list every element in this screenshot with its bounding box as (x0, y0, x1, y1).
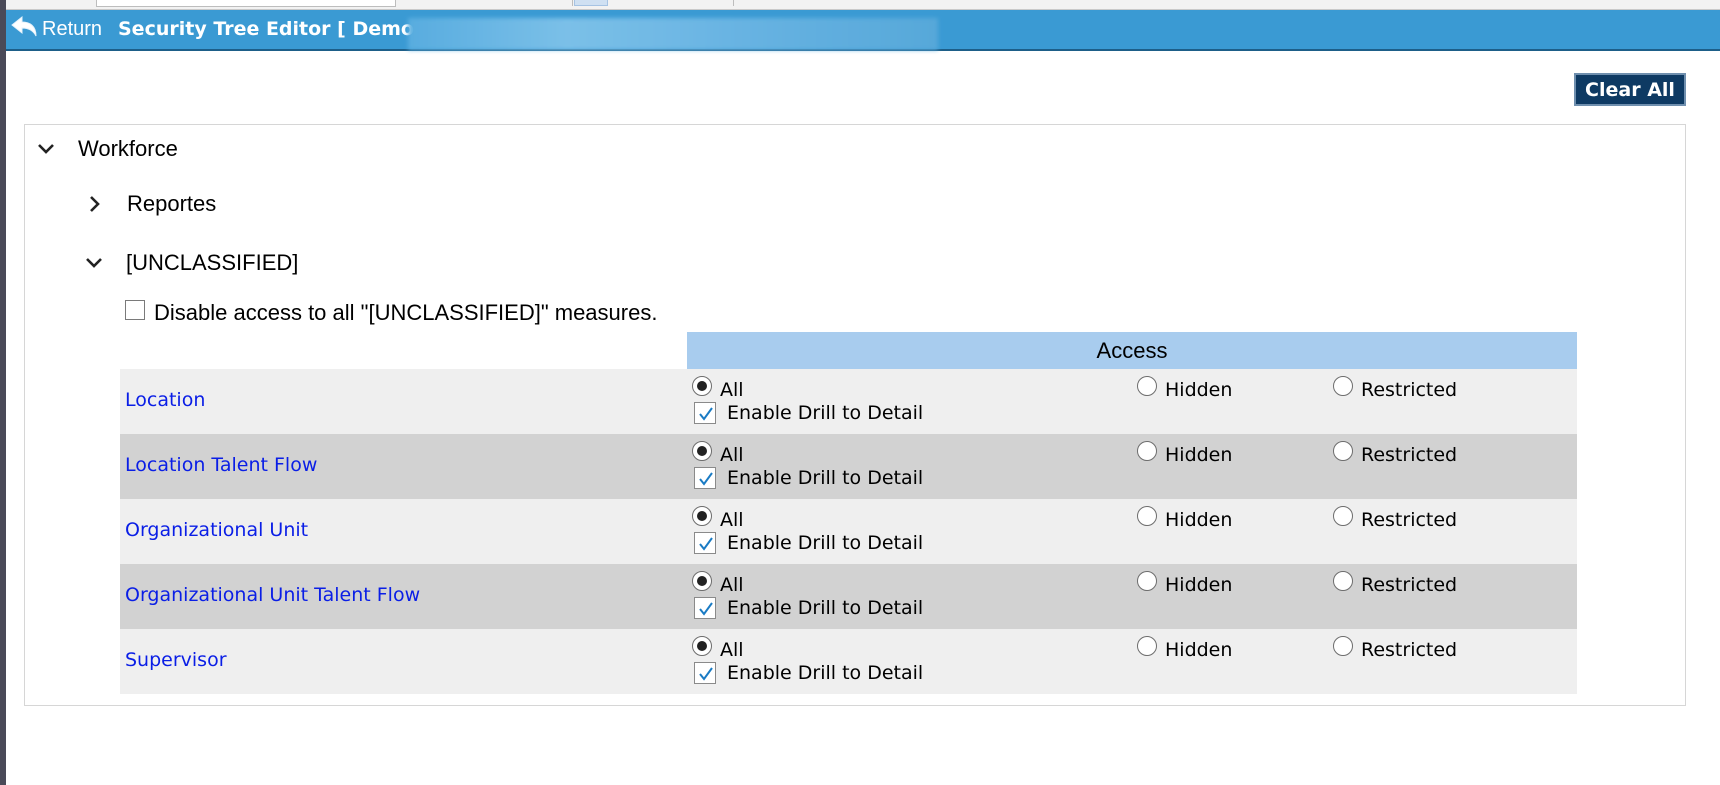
radio-all[interactable] (692, 571, 712, 591)
measure-link-organizational-unit-talent-flow[interactable]: Organizational Unit Talent Flow (125, 584, 420, 606)
radio-hidden[interactable] (1137, 441, 1157, 461)
option-restricted-label: Restricted (1361, 379, 1458, 401)
measure-link-supervisor[interactable]: Supervisor (125, 649, 227, 671)
chevron-down-icon[interactable] (36, 139, 56, 159)
option-restricted-label: Restricted (1361, 574, 1458, 596)
tree-node-label: Reportes (127, 191, 217, 216)
drill-label: Enable Drill to Detail (727, 467, 924, 489)
tree-node-workforce[interactable]: Workforce (36, 136, 178, 162)
drill-checkbox[interactable] (694, 467, 716, 489)
chevron-down-icon[interactable] (84, 253, 104, 273)
check-icon (699, 537, 713, 551)
table-row: Location Talent Flow All Enable Drill to… (120, 434, 1577, 499)
option-all-label: All (720, 509, 744, 531)
measure-link-organizational-unit[interactable]: Organizational Unit (125, 519, 308, 541)
drill-label: Enable Drill to Detail (727, 597, 924, 619)
address-field-fragment (96, 0, 396, 7)
option-hidden-label: Hidden (1165, 639, 1233, 661)
check-icon (699, 667, 713, 681)
radio-all[interactable] (692, 376, 712, 396)
drill-label: Enable Drill to Detail (727, 402, 924, 424)
radio-all[interactable] (692, 441, 712, 461)
return-button[interactable]: Return (10, 14, 103, 44)
drill-checkbox[interactable] (694, 597, 716, 619)
disable-access-label: Disable access to all "[UNCLASSIFIED]" m… (154, 300, 658, 325)
option-restricted-label: Restricted (1361, 639, 1458, 661)
measure-link-location-talent-flow[interactable]: Location Talent Flow (125, 454, 317, 476)
access-column-header: Access (687, 332, 1577, 369)
option-hidden-label: Hidden (1165, 509, 1233, 531)
return-label: Return (42, 17, 103, 40)
check-icon (699, 472, 713, 486)
disable-access-checkbox[interactable] (125, 300, 145, 320)
table-row: Organizational Unit Talent Flow All Enab… (120, 564, 1577, 629)
table-row: Location All Enable Drill to Detail Hidd… (120, 369, 1577, 434)
drill-checkbox[interactable] (694, 402, 716, 424)
tree-node-label: Workforce (78, 136, 178, 161)
radio-restricted[interactable] (1333, 441, 1353, 461)
option-hidden-label: Hidden (1165, 379, 1233, 401)
return-arrow-icon (10, 14, 42, 44)
toolbar-button-fragment (574, 0, 608, 6)
radio-all[interactable] (692, 506, 712, 526)
radio-restricted[interactable] (1333, 376, 1353, 396)
option-all-label: All (720, 444, 744, 466)
chevron-right-icon[interactable] (85, 194, 105, 214)
drill-checkbox[interactable] (694, 532, 716, 554)
radio-hidden[interactable] (1137, 376, 1157, 396)
radio-hidden[interactable] (1137, 571, 1157, 591)
check-icon (699, 407, 713, 421)
radio-restricted[interactable] (1333, 636, 1353, 656)
radio-restricted[interactable] (1333, 506, 1353, 526)
radio-hidden[interactable] (1137, 636, 1157, 656)
table-row: Organizational Unit All Enable Drill to … (120, 499, 1577, 564)
drill-label: Enable Drill to Detail (727, 662, 924, 684)
tree-node-reportes[interactable]: Reportes (85, 191, 216, 217)
table-row: Supervisor All Enable Drill to Detail Hi… (120, 629, 1577, 694)
browser-toolbar-strip (6, 0, 1720, 10)
tree-node-unclassified[interactable]: [UNCLASSIFIED] (84, 250, 298, 276)
drill-checkbox[interactable] (694, 662, 716, 684)
clear-all-button[interactable]: Clear All (1574, 73, 1686, 106)
radio-hidden[interactable] (1137, 506, 1157, 526)
radio-restricted[interactable] (1333, 571, 1353, 591)
window-left-edge (0, 0, 6, 785)
redacted-region (408, 18, 938, 50)
option-hidden-label: Hidden (1165, 444, 1233, 466)
option-all-label: All (720, 379, 744, 401)
option-restricted-label: Restricted (1361, 509, 1458, 531)
app-header: Return Security Tree Editor [ Demo (6, 10, 1720, 51)
drill-label: Enable Drill to Detail (727, 532, 924, 554)
page-title: Security Tree Editor [ Demo (118, 18, 414, 40)
option-hidden-label: Hidden (1165, 574, 1233, 596)
radio-all[interactable] (692, 636, 712, 656)
option-all-label: All (720, 639, 744, 661)
measure-link-location[interactable]: Location (125, 389, 205, 411)
option-all-label: All (720, 574, 744, 596)
option-restricted-label: Restricted (1361, 444, 1458, 466)
check-icon (699, 602, 713, 616)
tree-node-label: [UNCLASSIFIED] (126, 250, 299, 275)
